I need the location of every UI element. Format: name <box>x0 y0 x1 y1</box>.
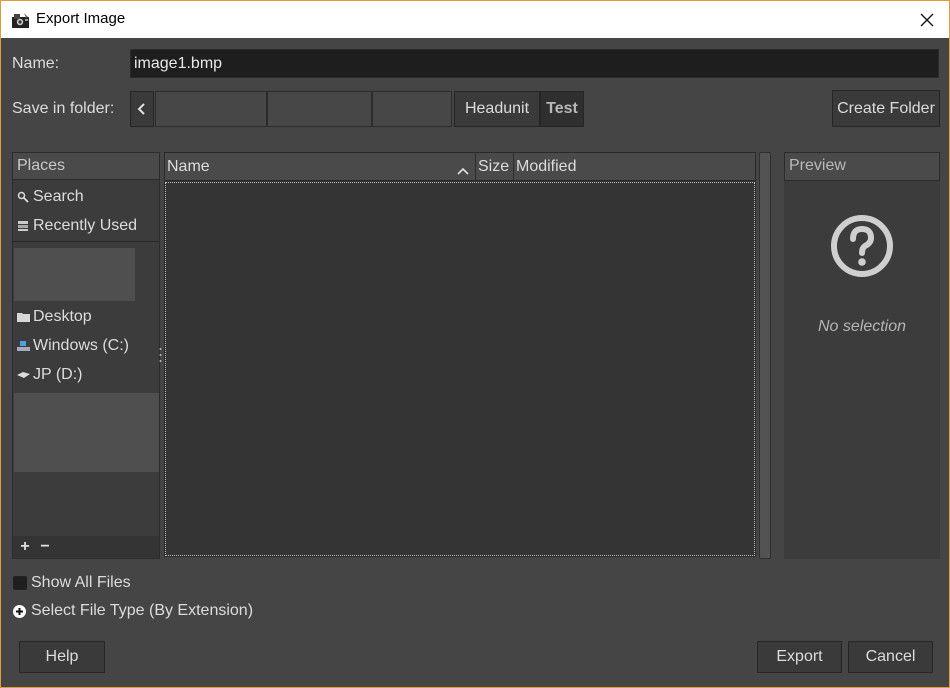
place-label: Recently Used <box>33 216 138 234</box>
show-all-files-toggle[interactable]: Show All Files <box>13 574 131 592</box>
place-label: Desktop <box>33 307 92 325</box>
place-recently-used[interactable]: Recently Used <box>13 211 159 240</box>
add-bookmark-button[interactable]: + <box>15 537 35 557</box>
select-file-type-expander[interactable]: Select File Type (By Extension) <box>13 602 253 620</box>
chevron-up-icon <box>457 162 469 180</box>
places-footer: + − <box>13 536 159 558</box>
column-label: Name <box>167 158 210 175</box>
place-desktop[interactable]: Desktop <box>13 302 159 331</box>
path-segment[interactable] <box>372 91 452 127</box>
places-empty-slot <box>14 393 159 472</box>
preview-status: No selection <box>817 318 907 335</box>
chevron-left-icon <box>137 103 145 115</box>
question-mark-icon <box>828 212 896 280</box>
path-segment[interactable] <box>155 91 267 127</box>
remove-bookmark-button[interactable]: − <box>35 537 55 557</box>
create-folder-button[interactable]: Create Folder <box>832 90 940 127</box>
places-empty-slot <box>14 248 135 301</box>
preview-panel: Preview No selection <box>784 152 940 559</box>
column-label: Size <box>478 158 510 175</box>
path-segment-headunit[interactable]: Headunit <box>454 91 540 127</box>
place-jp-d[interactable]: JP (D:) <box>13 360 159 389</box>
preview-header: Preview <box>784 152 940 181</box>
pane-resize-handle[interactable] <box>159 346 162 364</box>
path-segment-test[interactable]: Test <box>540 91 584 127</box>
path-segment[interactable] <box>267 91 372 127</box>
name-label: Name: <box>12 55 60 72</box>
places-header[interactable]: Places <box>13 153 159 180</box>
file-list-scrollbar[interactable] <box>759 152 771 559</box>
column-header-size[interactable]: Size <box>476 153 514 181</box>
window-title: Export Image <box>36 10 126 27</box>
place-label: JP (D:) <box>33 365 83 383</box>
path-back-button[interactable] <box>130 91 154 127</box>
search-icon <box>15 189 31 205</box>
save-in-folder-label: Save in folder: <box>12 100 115 117</box>
column-header-modified[interactable]: Modified <box>514 153 755 181</box>
file-list[interactable]: Name Size Modified <box>164 152 756 557</box>
help-button[interactable]: Help <box>19 641 105 673</box>
close-button[interactable] <box>905 1 949 38</box>
places-separator <box>13 241 159 242</box>
recently-used-icon <box>15 218 31 234</box>
place-label: Windows (C:) <box>33 336 130 354</box>
show-all-files-label: Show All Files <box>31 574 131 591</box>
cancel-button[interactable]: Cancel <box>848 641 933 673</box>
plus-icon <box>13 604 26 618</box>
column-header-name[interactable]: Name <box>165 153 476 181</box>
place-label: Search <box>33 187 84 205</box>
place-windows-c[interactable]: Windows (C:) <box>13 331 159 360</box>
places-panel: Places Search Recently Used Desktop Wind… <box>12 152 160 559</box>
folder-icon <box>15 309 31 325</box>
export-button[interactable]: Export <box>757 641 842 673</box>
gimp-wilber-icon <box>11 11 32 29</box>
select-file-type-label: Select File Type (By Extension) <box>31 602 254 619</box>
close-icon <box>920 13 934 26</box>
export-image-dialog: Export Image Name: Save in folder: Headu… <box>0 0 950 688</box>
windows-drive-icon <box>15 338 31 354</box>
column-label: Modified <box>516 158 577 175</box>
removable-drive-icon <box>15 367 31 383</box>
title-bar: Export Image <box>1 1 949 38</box>
file-list-header: Name Size Modified <box>165 153 755 181</box>
filename-input[interactable] <box>130 49 939 78</box>
file-list-body[interactable] <box>165 182 755 556</box>
show-all-files-checkbox[interactable] <box>13 576 27 590</box>
place-search[interactable]: Search <box>13 182 159 211</box>
